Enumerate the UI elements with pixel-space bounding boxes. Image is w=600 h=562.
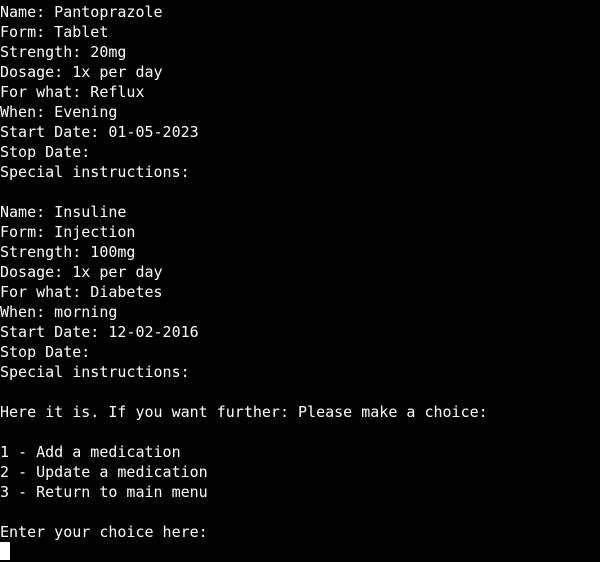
prompt-message: Here it is. If you want further: Please …: [0, 403, 488, 421]
menu-option-update-medication[interactable]: 2 - Update a medication: [0, 462, 600, 482]
choice-input-prompt: Enter your choice here:: [0, 523, 208, 541]
medication-dosage-line: Dosage: 1x per day: [0, 63, 163, 81]
medication-for-what-line: For what: Reflux: [0, 83, 145, 101]
menu-option-add-medication[interactable]: 1 - Add a medication: [0, 442, 600, 462]
text-cursor: [0, 542, 10, 560]
medication-name-line: Name: Insuline: [0, 203, 127, 221]
medication-stop-date-line: Stop Date:: [0, 143, 91, 161]
medication-strength-line: Strength: 20mg: [0, 43, 127, 61]
medication-dosage-line: Dosage: 1x per day: [0, 263, 163, 281]
medication-form-line: Form: Injection: [0, 223, 136, 241]
medication-special-instructions-line: Special instructions:: [0, 363, 190, 381]
medication-for-what-line: For what: Diabetes: [0, 283, 163, 301]
medication-name-line: Name: Pantoprazole: [0, 3, 163, 21]
medication-start-date-line: Start Date: 12-02-2016: [0, 323, 199, 341]
medication-stop-date-line: Stop Date:: [0, 343, 91, 361]
terminal-window[interactable]: Name: Pantoprazole Form: Tablet Strength…: [0, 0, 600, 562]
medication-when-line: When: Evening: [0, 103, 118, 121]
medication-start-date-line: Start Date: 01-05-2023: [0, 123, 199, 141]
medication-special-instructions-line: Special instructions:: [0, 163, 190, 181]
medication-form-line: Form: Tablet: [0, 23, 109, 41]
terminal-screen: Name: Pantoprazole Form: Tablet Strength…: [0, 2, 600, 542]
medication-when-line: When: morning: [0, 303, 118, 321]
medication-strength-line: Strength: 100mg: [0, 243, 136, 261]
menu-option-return-main-menu[interactable]: 3 - Return to main menu: [0, 482, 600, 502]
